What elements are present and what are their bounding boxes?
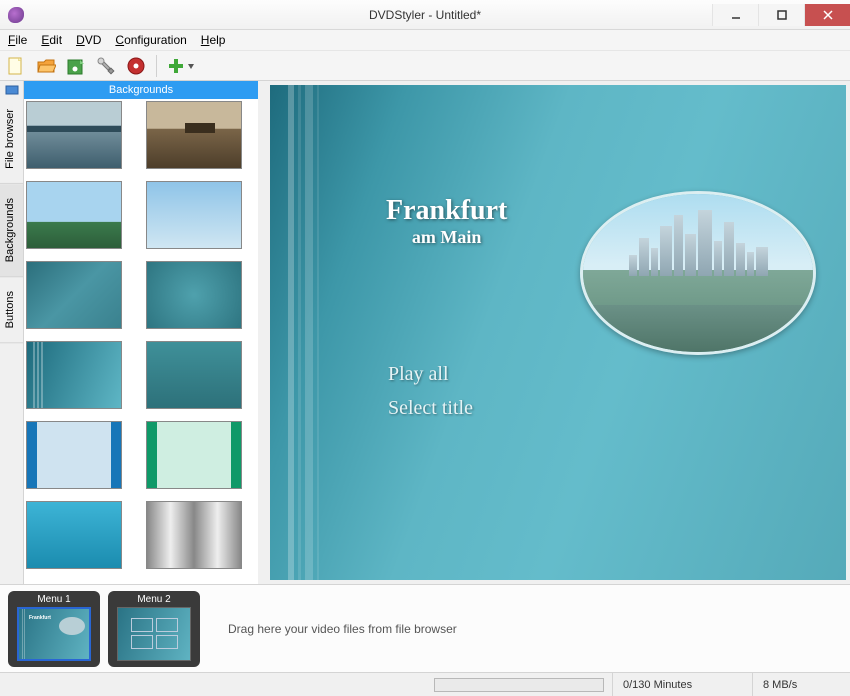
add-button[interactable] bbox=[165, 54, 199, 78]
open-project-button[interactable] bbox=[34, 54, 58, 78]
timeline-menu-2-label: Menu 2 bbox=[137, 594, 170, 605]
bg-thumb[interactable] bbox=[26, 261, 122, 329]
folder-icon bbox=[5, 83, 19, 95]
titlebar: DVDStyler - Untitled* bbox=[0, 0, 850, 30]
menu-item-play-all[interactable]: Play all bbox=[388, 357, 473, 391]
bg-thumb[interactable] bbox=[26, 101, 122, 169]
menu-help[interactable]: Help bbox=[201, 33, 226, 47]
side-tab-icon-holder bbox=[0, 81, 23, 95]
bg-thumb[interactable] bbox=[26, 341, 122, 409]
dvd-title-main: Frankfurt bbox=[386, 195, 507, 227]
menu-file[interactable]: File bbox=[8, 33, 27, 47]
save-project-button[interactable] bbox=[64, 54, 88, 78]
toolbar bbox=[0, 51, 850, 81]
minimize-button[interactable] bbox=[712, 4, 758, 26]
bg-thumb[interactable] bbox=[146, 341, 242, 409]
decorative-stripes bbox=[288, 85, 319, 580]
status-duration: 0/130 Minutes bbox=[612, 673, 752, 696]
settings-button[interactable] bbox=[94, 54, 118, 78]
dvd-menu-preview[interactable]: Frankfurt am Main Play all Select title bbox=[270, 85, 846, 580]
window-controls bbox=[712, 4, 850, 26]
maximize-button[interactable] bbox=[758, 4, 804, 26]
timeline-menu-1-label: Menu 1 bbox=[37, 594, 70, 605]
timeline-drop-hint: Drag here your video files from file bro… bbox=[228, 622, 457, 636]
dvd-title-sub: am Main bbox=[386, 227, 507, 248]
workspace: File browser Backgrounds Buttons Backgro… bbox=[0, 81, 850, 584]
disc-usage-bar bbox=[434, 678, 604, 692]
status-bitrate: 8 MB/s bbox=[752, 673, 832, 696]
app-icon bbox=[8, 7, 24, 23]
dvd-menu-items: Play all Select title bbox=[388, 357, 473, 425]
timeline[interactable]: Menu 1 Frankfurt Menu 2 Drag here your v… bbox=[0, 584, 850, 672]
tab-backgrounds[interactable]: Backgrounds bbox=[0, 184, 23, 277]
burn-button[interactable] bbox=[124, 54, 148, 78]
close-button[interactable] bbox=[804, 4, 850, 26]
dvd-menu-image-frame[interactable] bbox=[580, 191, 816, 355]
new-project-button[interactable] bbox=[4, 54, 28, 78]
window-title: DVDStyler - Untitled* bbox=[369, 8, 481, 22]
toolbar-separator bbox=[156, 55, 157, 77]
tab-buttons[interactable]: Buttons bbox=[0, 277, 23, 343]
backgrounds-header: Backgrounds bbox=[24, 81, 258, 99]
bg-thumb[interactable] bbox=[26, 181, 122, 249]
bg-thumb[interactable] bbox=[146, 181, 242, 249]
menu-dvd[interactable]: DVD bbox=[76, 33, 101, 47]
bg-thumb[interactable] bbox=[26, 421, 122, 489]
side-tabs: File browser Backgrounds Buttons bbox=[0, 81, 24, 584]
menu-item-select-title[interactable]: Select title bbox=[388, 391, 473, 425]
dvd-title-block[interactable]: Frankfurt am Main bbox=[386, 195, 507, 248]
tab-file-browser[interactable]: File browser bbox=[0, 95, 23, 184]
bg-thumb[interactable] bbox=[146, 261, 242, 329]
menu-edit[interactable]: Edit bbox=[41, 33, 62, 47]
timeline-menu-2-thumb bbox=[117, 607, 191, 661]
menubar: File Edit DVD Configuration Help bbox=[0, 30, 850, 51]
preview-area: Frankfurt am Main Play all Select title bbox=[258, 81, 850, 584]
bg-thumb[interactable] bbox=[26, 501, 122, 569]
bg-thumb[interactable] bbox=[146, 421, 242, 489]
backgrounds-grid[interactable] bbox=[24, 99, 258, 584]
statusbar: 0/130 Minutes 8 MB/s bbox=[0, 672, 850, 696]
bg-thumb[interactable] bbox=[146, 501, 242, 569]
timeline-menu-1[interactable]: Menu 1 Frankfurt bbox=[8, 591, 100, 667]
timeline-menu-1-thumb: Frankfurt bbox=[17, 607, 91, 661]
backgrounds-panel: Backgrounds bbox=[24, 81, 258, 584]
bg-thumb[interactable] bbox=[146, 101, 242, 169]
timeline-menu-2[interactable]: Menu 2 bbox=[108, 591, 200, 667]
menu-configuration[interactable]: Configuration bbox=[115, 33, 186, 47]
